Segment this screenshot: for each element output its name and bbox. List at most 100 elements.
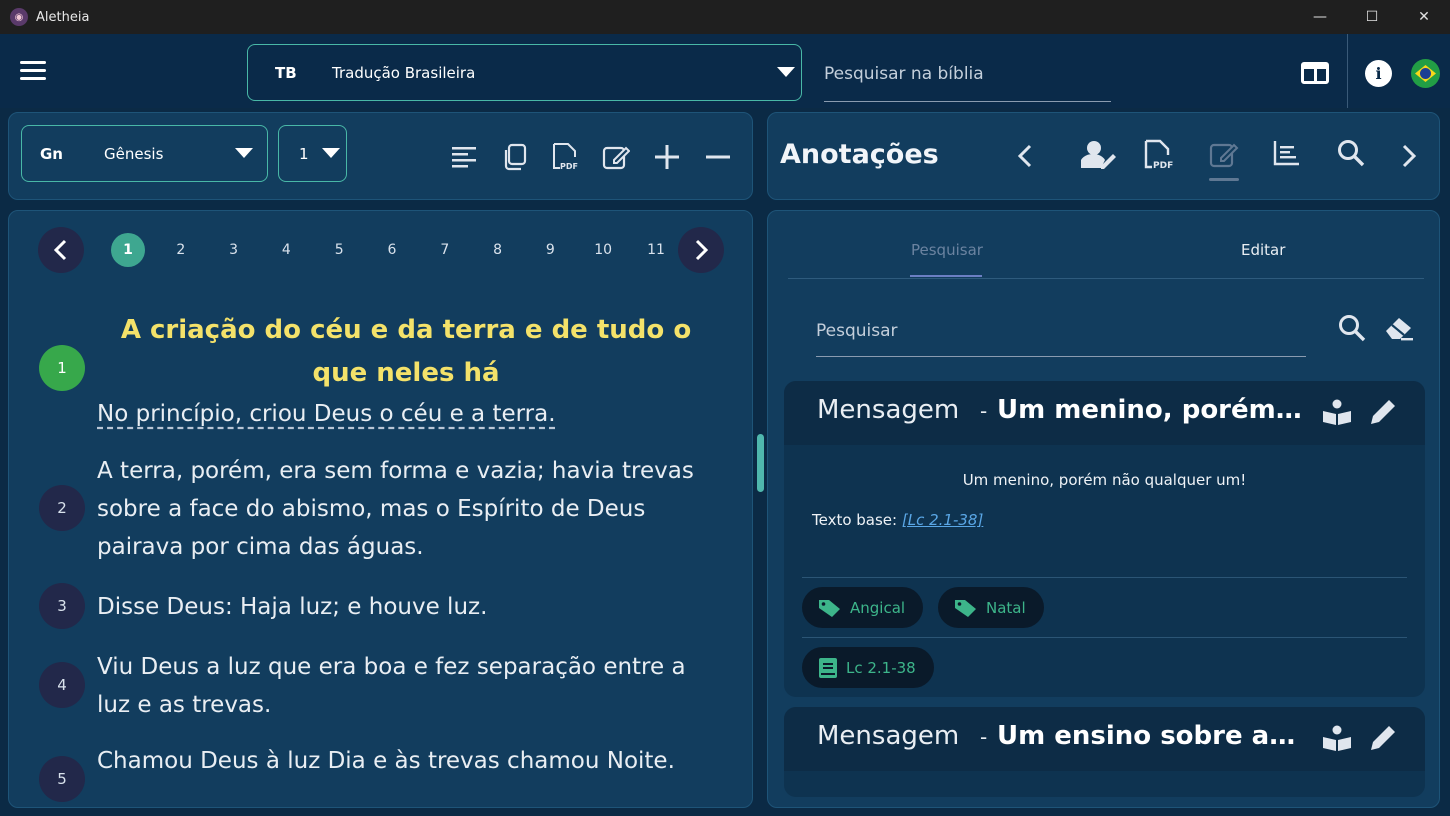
open-book-icon[interactable] xyxy=(1322,724,1352,754)
reference-chip[interactable]: Lc 2.1-38 xyxy=(802,647,934,688)
close-button[interactable]: ✕ xyxy=(1398,0,1450,34)
book-dropdown[interactable]: Gn Gênesis xyxy=(21,125,268,182)
prev-chapter-button[interactable] xyxy=(38,227,84,273)
edit-note-icon[interactable] xyxy=(602,143,630,171)
info-icon[interactable]: i xyxy=(1365,60,1392,87)
chapter-number[interactable]: 7 xyxy=(428,233,462,267)
chapter-number[interactable]: 8 xyxy=(481,233,515,267)
chapter-number[interactable]: 3 xyxy=(217,233,251,267)
tag-chip[interactable]: Angical xyxy=(802,587,924,628)
divider xyxy=(802,577,1407,578)
pencil-icon[interactable] xyxy=(1369,398,1399,428)
book-toolbar: Gn Gênesis 1 PDF xyxy=(8,112,753,200)
top-bar: TB Tradução Brasileira i xyxy=(0,34,1450,108)
verse-text[interactable]: Chamou Deus à luz Dia e às trevas chamou… xyxy=(97,742,723,780)
svg-text:PDF: PDF xyxy=(560,162,578,171)
book-icon xyxy=(819,657,837,678)
edit-note-icon[interactable] xyxy=(1209,139,1239,169)
verse-text[interactable]: A terra, porém, era sem forma e vazia; h… xyxy=(97,452,723,566)
verse-number[interactable]: 2 xyxy=(39,485,85,531)
tab-search[interactable]: Pesquisar xyxy=(911,241,983,259)
note-title: Um menino, porém não qualquer um! xyxy=(997,395,1302,425)
notes-search-field[interactable] xyxy=(816,305,1306,357)
section-heading: A criação do céu e da terra e de tudo o … xyxy=(120,315,692,388)
version-name: Tradução Brasileira xyxy=(332,63,476,82)
search-icon[interactable] xyxy=(1337,139,1365,167)
chevron-left-icon[interactable] xyxy=(1011,142,1039,170)
chapter-number[interactable]: 4 xyxy=(269,233,303,267)
chapter-number[interactable]: 5 xyxy=(322,233,356,267)
chapter-number[interactable]: 2 xyxy=(164,233,198,267)
note-title: Um ensino sobre a justiça xyxy=(997,721,1302,751)
pdf-icon[interactable]: PDF xyxy=(551,143,579,171)
verse-number[interactable]: 1 xyxy=(39,345,85,391)
eraser-icon[interactable] xyxy=(1383,314,1415,342)
zoom-out-icon[interactable] xyxy=(704,143,732,171)
bible-search-input[interactable] xyxy=(824,63,1111,84)
tag-icon xyxy=(955,599,976,617)
open-book-icon[interactable] xyxy=(1322,398,1352,428)
chevron-down-icon xyxy=(235,148,253,158)
pdf-icon[interactable]: PDF xyxy=(1143,139,1173,171)
verse-text[interactable]: No princípio, criou Deus o céu e a terra… xyxy=(97,395,723,433)
chapter-dropdown[interactable]: 1 xyxy=(278,125,347,182)
pencil-icon[interactable] xyxy=(1369,724,1399,754)
note-subtitle: Um menino, porém não qualquer um! xyxy=(962,471,1247,489)
chapter-number[interactable]: 1 xyxy=(111,233,145,267)
tab-indicator xyxy=(910,275,982,277)
note-base-label: Texto base: xyxy=(812,511,902,529)
tab-edit[interactable]: Editar xyxy=(1241,241,1285,259)
bible-search-field[interactable] xyxy=(824,46,1111,102)
tag-label: Natal xyxy=(986,598,1026,617)
chevron-right-icon[interactable] xyxy=(1395,142,1423,170)
tag-label: Angical xyxy=(850,598,906,617)
verse-text[interactable]: Viu Deus a luz que era boa e fez separaç… xyxy=(97,648,723,724)
divider xyxy=(802,637,1407,638)
divider xyxy=(1347,34,1348,108)
tag-icon xyxy=(819,599,840,617)
note-base-link[interactable]: [Lc 2.1-38] xyxy=(902,511,983,529)
app-logo-icon: ◉ xyxy=(10,8,28,26)
text-format-icon[interactable] xyxy=(450,143,478,171)
notes-title: Anotações xyxy=(780,139,939,170)
tag-chip[interactable]: Natal xyxy=(938,587,1044,628)
verse-number[interactable]: 4 xyxy=(39,662,85,708)
copy-icon[interactable] xyxy=(501,143,529,171)
notes-panel: Pesquisar Editar Mensagem - Um menino, p… xyxy=(767,210,1440,808)
note-type: Mensagem xyxy=(817,721,960,751)
reference-label: Lc 2.1-38 xyxy=(846,658,916,677)
chart-icon[interactable] xyxy=(1272,139,1300,167)
next-chapter-button[interactable] xyxy=(678,227,724,273)
title-bar: ◉ Aletheia — ☐ ✕ xyxy=(0,0,1450,34)
bible-version-dropdown[interactable]: TB Tradução Brasileira xyxy=(247,44,802,101)
verse-number[interactable]: 5 xyxy=(39,756,85,802)
chapter-number[interactable]: 9 xyxy=(533,233,567,267)
user-edit-icon[interactable] xyxy=(1081,139,1117,171)
chapter-number[interactable]: 10 xyxy=(586,233,620,267)
version-abbr: TB xyxy=(275,63,297,82)
zoom-in-icon[interactable] xyxy=(653,143,681,171)
notes-search-input[interactable] xyxy=(816,320,1306,341)
note-card[interactable]: Mensagem - Um menino, porém não qualquer… xyxy=(784,381,1425,697)
chapter-value: 1 xyxy=(299,144,309,163)
minimize-button[interactable]: — xyxy=(1294,0,1346,34)
note-card-header: Mensagem - Um menino, porém não qualquer… xyxy=(784,381,1425,445)
note-dash: - xyxy=(980,399,988,423)
maximize-button[interactable]: ☐ xyxy=(1346,0,1398,34)
note-base-text: Texto base: [Lc 2.1-38] xyxy=(812,511,983,529)
verse-number[interactable]: 3 xyxy=(39,583,85,629)
menu-icon[interactable] xyxy=(20,61,46,81)
verse-text[interactable]: Disse Deus: Haja luz; e houve luz. xyxy=(97,588,723,626)
split-view-icon[interactable] xyxy=(1301,62,1329,84)
bible-reader: 1 2 3 4 5 6 7 8 9 10 11 A criação do céu e da terr… xyxy=(8,210,753,808)
brazil-flag-icon[interactable] xyxy=(1411,59,1440,88)
chapter-number[interactable]: 6 xyxy=(375,233,409,267)
note-card[interactable]: Mensagem - Um ensino sobre a justiça xyxy=(784,707,1425,797)
chevron-down-icon xyxy=(322,148,340,158)
search-icon[interactable] xyxy=(1338,314,1366,342)
svg-text:PDF: PDF xyxy=(1153,161,1173,171)
notes-toolbar: Anotações PDF xyxy=(767,112,1440,200)
chapter-number[interactable]: 11 xyxy=(639,233,673,267)
note-card-header: Mensagem - Um ensino sobre a justiça xyxy=(784,707,1425,771)
reader-scrollbar[interactable] xyxy=(757,434,764,492)
